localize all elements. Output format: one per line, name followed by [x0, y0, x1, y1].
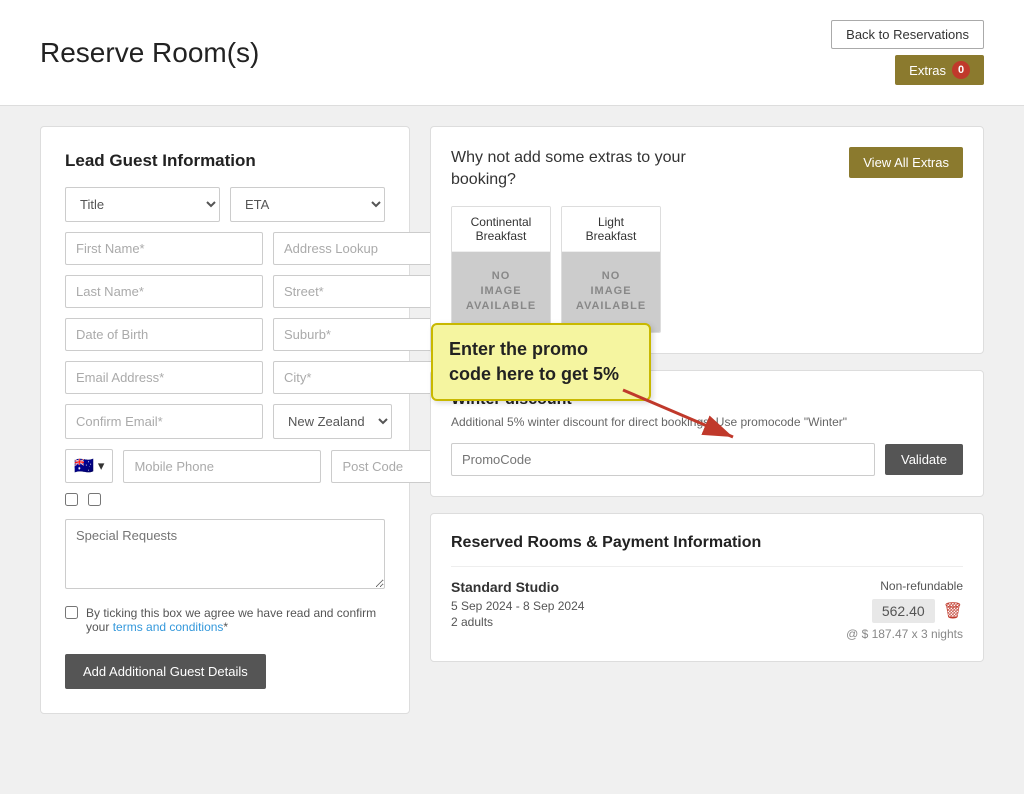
extras-heading: Why not add some extras to your booking? — [451, 147, 691, 192]
country-select[interactable]: New Zealand — [273, 404, 392, 439]
price-amount: 562.40 — [872, 599, 935, 623]
price-row: 562.40 🗑 — [846, 599, 963, 623]
header: Reserve Room(s) Back to Reservations Ext… — [0, 0, 1024, 106]
dob-input[interactable] — [65, 318, 263, 351]
per-night-info: @ $ 187.47 x 3 nights — [846, 627, 963, 641]
lastname-street-row — [65, 275, 385, 308]
terms-text: By ticking this box we agree we have rea… — [86, 606, 385, 634]
discount-desc: Additional 5% winter discount for direct… — [451, 415, 963, 429]
checkbox-2[interactable] — [88, 493, 101, 506]
phone-postcode-row: 🇦🇺 ▾ — [65, 449, 385, 483]
right-panel: Why not add some extras to your booking?… — [430, 126, 984, 714]
special-requests-input[interactable] — [65, 519, 385, 589]
extras-item-light[interactable]: LightBreakfast NOIMAGEAVAILABLE — [561, 206, 661, 333]
checkboxes-placeholder — [65, 493, 385, 509]
validate-button[interactable]: Validate — [885, 444, 963, 475]
first-name-input[interactable] — [65, 232, 263, 265]
checkbox-1[interactable] — [65, 493, 78, 506]
extras-item-label-continental: ContinentalBreakfast — [452, 207, 550, 252]
room-price-col: Non-refundable 562.40 🗑 @ $ 187.47 x 3 n… — [846, 579, 963, 641]
phone-flag-selector[interactable]: 🇦🇺 ▾ — [65, 449, 113, 483]
room-info: Standard Studio 5 Sep 2024 - 8 Sep 2024 … — [451, 579, 584, 629]
add-additional-guest-button[interactable]: Add Additional Guest Details — [65, 654, 266, 689]
nz-flag-icon: 🇦🇺 — [74, 456, 94, 476]
promo-code-input[interactable] — [451, 443, 875, 476]
mobile-input[interactable] — [123, 450, 321, 483]
page-title: Reserve Room(s) — [40, 37, 259, 69]
payment-title: Reserved Rooms & Payment Information — [451, 534, 963, 552]
header-right: Back to Reservations Extras 0 — [831, 20, 984, 85]
extras-label: Extras — [909, 63, 946, 78]
confirm-email-country-row: New Zealand — [65, 404, 385, 439]
extras-item-label-light: LightBreakfast — [562, 207, 660, 252]
email-input[interactable] — [65, 361, 263, 394]
room-name: Standard Studio — [451, 579, 584, 595]
terms-row: By ticking this box we agree we have rea… — [65, 606, 385, 634]
discount-card: Winter discount Additional 5% winter dis… — [430, 370, 984, 497]
room-guests: 2 adults — [451, 615, 584, 629]
lead-guest-panel: Lead Guest Information Title ETA — [40, 126, 410, 714]
extras-button[interactable]: Extras 0 — [895, 55, 984, 85]
no-image-continental: NOIMAGEAVAILABLE — [452, 252, 550, 332]
payment-card: Reserved Rooms & Payment Information Sta… — [430, 513, 984, 662]
promo-tooltip: Enter the promo code here to get 5% — [431, 323, 651, 401]
title-eta-row: Title ETA — [65, 187, 385, 222]
title-select[interactable]: Title — [65, 187, 220, 222]
payment-divider — [451, 566, 963, 567]
back-to-reservations-button[interactable]: Back to Reservations — [831, 20, 984, 49]
eta-select[interactable]: ETA — [230, 187, 385, 222]
extras-badge: 0 — [952, 61, 970, 79]
extras-item-continental[interactable]: ContinentalBreakfast NOIMAGEAVAILABLE — [451, 206, 551, 333]
terms-checkbox[interactable] — [65, 606, 78, 619]
firstname-address-row — [65, 232, 385, 265]
view-all-extras-button[interactable]: View All Extras — [849, 147, 963, 178]
lead-guest-title: Lead Guest Information — [65, 151, 385, 171]
email-city-row — [65, 361, 385, 394]
flag-chevron: ▾ — [98, 458, 105, 474]
promo-row: Enter the promo code here to get 5% Vali… — [451, 443, 963, 476]
room-row: Standard Studio 5 Sep 2024 - 8 Sep 2024 … — [451, 579, 963, 641]
extras-card-header: Why not add some extras to your booking?… — [451, 147, 963, 192]
main-content: Lead Guest Information Title ETA — [0, 106, 1024, 734]
confirm-email-input[interactable] — [65, 404, 263, 439]
room-dates: 5 Sep 2024 - 8 Sep 2024 — [451, 599, 584, 613]
dob-suburb-row — [65, 318, 385, 351]
last-name-input[interactable] — [65, 275, 263, 308]
terms-link[interactable]: terms and conditions — [113, 620, 224, 634]
no-image-light: NOIMAGEAVAILABLE — [562, 252, 660, 332]
refundable-badge: Non-refundable — [846, 579, 963, 593]
extras-grid: ContinentalBreakfast NOIMAGEAVAILABLE Li… — [451, 206, 963, 333]
extras-card: Why not add some extras to your booking?… — [430, 126, 984, 354]
delete-room-icon[interactable]: 🗑 — [943, 601, 963, 621]
